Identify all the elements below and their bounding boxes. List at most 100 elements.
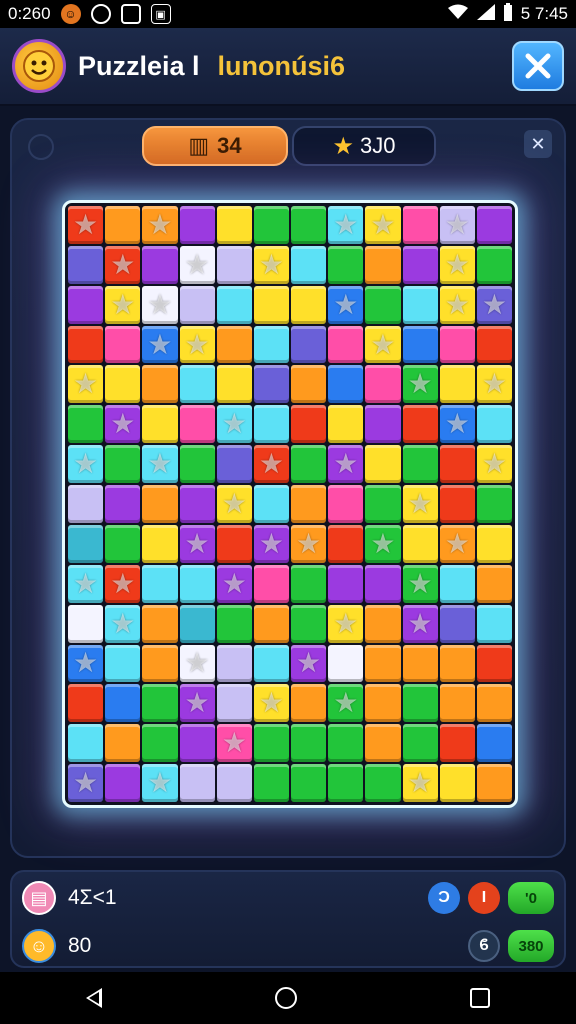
board-tile[interactable] [365,485,401,523]
board-tile[interactable] [179,724,215,763]
board-tile[interactable] [216,206,252,244]
board-tile[interactable]: ★ [253,245,289,284]
board-tile[interactable]: ★ [68,644,104,683]
board-tile[interactable] [105,764,141,802]
board-tile[interactable] [179,485,215,523]
board-tile[interactable] [328,644,364,683]
board-tile[interactable]: ★ [142,764,178,802]
board-tile[interactable] [476,604,512,643]
board-tile[interactable] [365,604,401,643]
board-tile[interactable] [365,764,401,802]
board-tile[interactable]: ★ [253,684,289,723]
board-tile[interactable]: ★ [476,445,512,484]
board-tile[interactable] [142,245,178,284]
board-tile[interactable] [216,245,252,284]
board-tile[interactable] [476,245,512,284]
board-tile[interactable] [476,405,512,444]
board-tile[interactable] [253,206,289,244]
board-tile[interactable] [328,405,364,444]
board-tile[interactable] [105,724,141,763]
board-tile[interactable] [179,365,215,404]
dark-badge[interactable]: ϐ [468,930,500,962]
board-tile[interactable]: ★ [216,485,252,523]
board-tile[interactable] [253,724,289,763]
board-tile[interactable] [402,405,438,444]
board-tile[interactable] [476,684,512,723]
board-tile[interactable] [253,405,289,444]
board-tile[interactable]: ★ [216,724,252,763]
board-tile[interactable] [179,405,215,444]
board-tile[interactable] [328,764,364,802]
board-tile[interactable] [105,524,141,563]
board-tile[interactable] [291,245,327,284]
board-tile[interactable] [365,724,401,763]
board-tile[interactable] [328,485,364,523]
board-tile[interactable] [476,644,512,683]
board-tile[interactable] [402,206,438,244]
board-tile[interactable] [476,206,512,244]
board-tile[interactable] [291,325,327,364]
board-tile[interactable]: ★ [105,405,141,444]
board-tile[interactable] [216,445,252,484]
board-tile[interactable]: ★ [328,206,364,244]
board-tile[interactable] [216,325,252,364]
board-tile[interactable]: ★ [68,564,104,603]
board-tile[interactable]: ★ [365,206,401,244]
board-tile[interactable]: ★ [439,524,475,563]
board-tile[interactable] [439,604,475,643]
board-tile[interactable] [68,485,104,523]
board-tile[interactable]: ★ [291,644,327,683]
board-tile[interactable] [328,724,364,763]
board-tile[interactable] [328,564,364,603]
board-tile[interactable] [365,365,401,404]
board-tile[interactable] [142,365,178,404]
board-tile[interactable] [291,445,327,484]
board-tile[interactable]: ★ [179,524,215,563]
board-tile[interactable]: ★ [216,405,252,444]
board-tile[interactable] [476,724,512,763]
board-tile[interactable] [179,285,215,324]
board-tile[interactable] [142,604,178,643]
hint-icon[interactable] [28,134,54,160]
board-tile[interactable] [402,245,438,284]
board-tile[interactable]: ★ [439,245,475,284]
board-tile[interactable] [291,206,327,244]
board-tile[interactable] [253,604,289,643]
board-tile[interactable] [179,564,215,603]
board-tile[interactable] [439,365,475,404]
board-tile[interactable] [439,724,475,763]
board-tile[interactable] [216,524,252,563]
board-tile[interactable] [476,325,512,364]
board-tile[interactable] [105,644,141,683]
board-tile[interactable]: ★ [291,524,327,563]
face-icon[interactable]: ☺ [22,929,56,963]
board-tile[interactable] [105,485,141,523]
board-tile[interactable] [105,684,141,723]
board-tile[interactable] [142,684,178,723]
board-tile[interactable]: ★ [105,604,141,643]
board-tile[interactable] [365,285,401,324]
board-tile[interactable] [291,764,327,802]
board-tile[interactable] [402,684,438,723]
board-tile[interactable] [439,445,475,484]
board-tile[interactable]: ★ [402,485,438,523]
board-tile[interactable] [142,564,178,603]
board-tile[interactable] [476,764,512,802]
board-tile[interactable] [402,445,438,484]
board-tile[interactable] [402,644,438,683]
board-tile[interactable] [439,644,475,683]
board-tile[interactable] [179,206,215,244]
board-tile[interactable] [142,405,178,444]
board-tile[interactable] [179,445,215,484]
board-tile[interactable] [105,365,141,404]
board-tile[interactable] [68,325,104,364]
board-tile[interactable] [216,764,252,802]
board-tile[interactable] [142,524,178,563]
board-tile[interactable] [142,485,178,523]
board-tile[interactable] [68,245,104,284]
board-tile[interactable] [291,604,327,643]
board-tile[interactable] [142,724,178,763]
board-tile[interactable] [105,206,141,244]
board-tile[interactable] [179,764,215,802]
board-tile[interactable] [365,684,401,723]
